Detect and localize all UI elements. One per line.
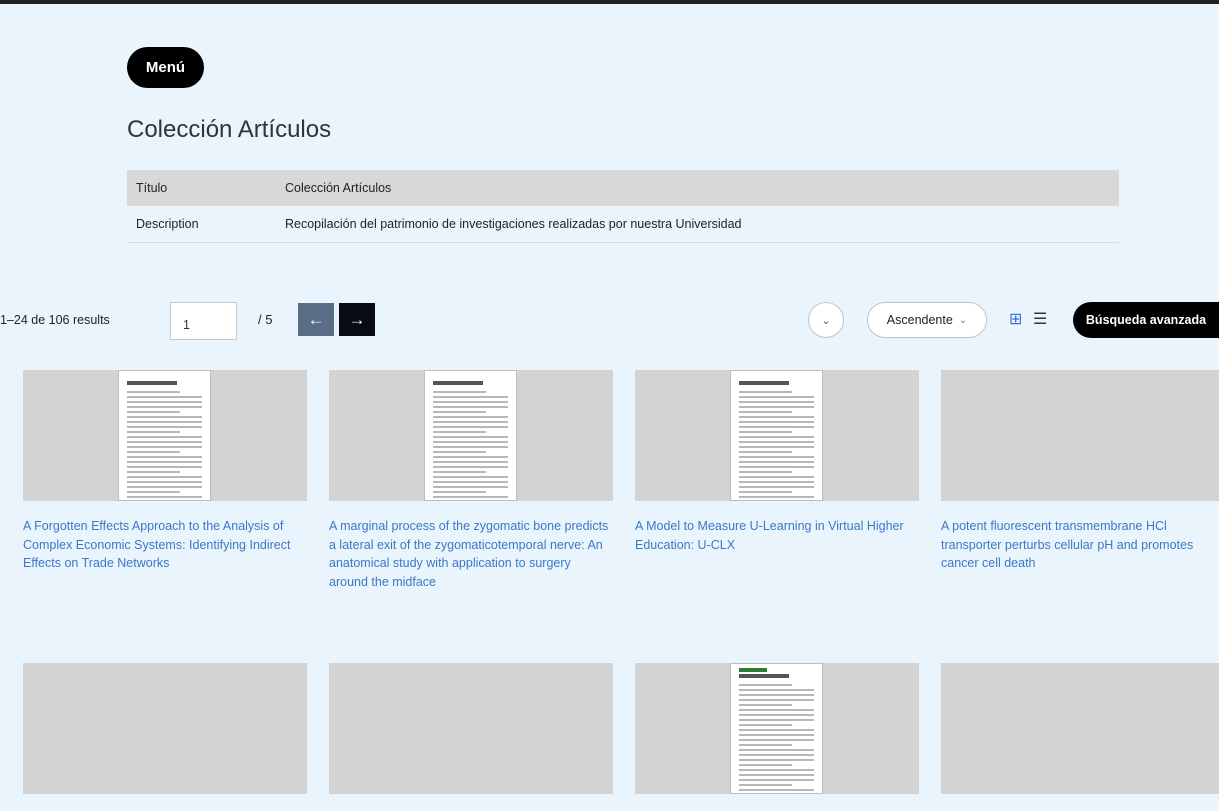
- grid-view-icon[interactable]: ⊞: [1009, 309, 1022, 329]
- sort-order-select[interactable]: Ascendente ⌄: [867, 302, 987, 338]
- metadata-value: Colección Artículos: [285, 181, 392, 195]
- menu-button[interactable]: Menú: [127, 47, 204, 88]
- result-card: A Model to Measure U-Learning in Virtual…: [635, 370, 919, 554]
- result-card: A Forgotten Effects Approach to the Anal…: [23, 370, 307, 573]
- arrow-right-icon: →: [348, 309, 366, 329]
- card-title-link[interactable]: A marginal process of the zygomatic bone…: [329, 517, 613, 591]
- card-thumbnail[interactable]: [635, 370, 919, 501]
- result-card: A potent fluorescent transmembrane HCl t…: [941, 370, 1219, 573]
- advanced-search-button[interactable]: Búsqueda avanzada: [1073, 302, 1219, 338]
- result-card: [941, 663, 1219, 810]
- document-preview-image: [118, 370, 211, 501]
- metadata-row-title: Título Colección Artículos: [127, 170, 1119, 206]
- card-thumbnail[interactable]: [635, 663, 919, 794]
- previous-page-button[interactable]: ←: [298, 303, 334, 336]
- card-thumbnail[interactable]: [941, 370, 1219, 501]
- card-thumbnail[interactable]: [329, 663, 613, 794]
- card-thumbnail[interactable]: [329, 370, 613, 501]
- top-bar: [0, 0, 1219, 4]
- results-count: 1–24 de 106 results: [0, 313, 110, 327]
- chevron-down-icon: ⌄: [821, 314, 831, 327]
- result-card: [329, 663, 613, 810]
- document-preview-image: [424, 370, 517, 501]
- metadata-row-description: Description Recopilación del patrimonio …: [127, 206, 1119, 243]
- page-number-input[interactable]: [170, 302, 237, 340]
- card-thumbnail[interactable]: [23, 370, 307, 501]
- card-title-link[interactable]: A Forgotten Effects Approach to the Anal…: [23, 517, 307, 573]
- next-page-button[interactable]: →: [339, 303, 375, 336]
- card-thumbnail[interactable]: [941, 663, 1219, 794]
- result-card: [23, 663, 307, 810]
- metadata-value: Recopilación del patrimonio de investiga…: [285, 217, 742, 231]
- metadata-key: Description: [136, 217, 199, 231]
- card-thumbnail[interactable]: [23, 663, 307, 794]
- arrow-left-icon: ←: [307, 309, 325, 329]
- page-title: Colección Artículos: [127, 116, 332, 143]
- result-card: A marginal process of the zygomatic bone…: [329, 370, 613, 591]
- results-toolbar: 1–24 de 106 results / 5 ← → ⌄ Ascendente…: [0, 300, 1219, 342]
- metadata-key: Título: [136, 181, 168, 195]
- card-title-link[interactable]: A Model to Measure U-Learning in Virtual…: [635, 517, 919, 554]
- metadata-table: Título Colección Artículos Description R…: [127, 170, 1119, 243]
- page-total: / 5: [258, 312, 273, 327]
- result-card: [635, 663, 919, 810]
- card-title-link[interactable]: A potent fluorescent transmembrane HCl t…: [941, 517, 1219, 573]
- document-preview-image: [730, 663, 823, 794]
- document-preview-image: [730, 370, 823, 501]
- list-view-icon[interactable]: ☰: [1033, 309, 1047, 329]
- chevron-down-icon: ⌄: [958, 314, 968, 326]
- sort-field-button[interactable]: ⌄: [808, 302, 844, 338]
- sort-order-label: Ascendente: [886, 313, 953, 327]
